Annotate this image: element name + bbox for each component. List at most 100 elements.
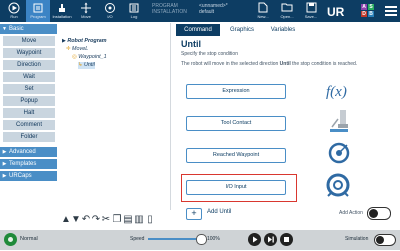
play-icon: ▶ [62,38,66,44]
run-icon [8,2,20,14]
run-label: Run [10,14,18,19]
advanced-section-header[interactable]: ▶ Advanced [0,147,57,157]
advanced-label: Advanced [9,149,36,155]
nav-item-wait[interactable]: Wait [3,72,55,82]
urcaps-section-header[interactable]: ▶ URCaps [0,171,57,181]
log-icon [129,3,139,13]
tool-contact-icon [330,110,348,132]
paste-icon[interactable]: ▤ [123,214,133,226]
move-button[interactable]: Move [74,0,98,22]
open-label: Open... [280,14,294,19]
chevron-right-icon: ▶ [2,149,7,155]
until-icon: ↳ [78,62,83,68]
move-label: Move [81,14,91,19]
save-button[interactable]: Save... [300,1,322,21]
page-title: Until [181,39,201,49]
tab-variables[interactable]: Variables [265,24,301,36]
program-tree: ▶ Robot Program ✛ MoveL ◎ Waypoint_1 ↳ U… [58,23,171,210]
new-label: New... [257,14,269,19]
mode-s-indicator: S [368,4,374,10]
installation-key: INSTALLATION [152,9,187,15]
chevron-down-icon: ▼ [2,26,7,32]
nav-item-waypoint[interactable]: Waypoint [3,48,55,58]
save-icon [306,2,316,13]
step-icon [268,236,274,243]
nav-item-move[interactable]: Move [3,36,55,46]
tree-node-until[interactable]: ↳ Until [78,62,95,69]
speed-slider[interactable] [148,238,200,240]
description-text-1: The robot will move in the selected dire… [181,61,280,67]
svg-text:f(x): f(x) [326,84,347,100]
delete-icon[interactable]: ▥ [134,214,144,226]
play-icon [253,236,258,243]
tree-node-movel[interactable]: ✛ MoveL [66,46,88,53]
nav-item-folder[interactable]: Folder [3,132,55,142]
left-nav: ▼ Basic Move Waypoint Direction Wait Set … [0,22,57,230]
step-button[interactable] [264,233,277,246]
tab-command[interactable]: Command [176,24,220,36]
add-action-label: Add Action [339,210,363,216]
installation-icon [59,4,65,12]
nav-item-direction[interactable]: Direction [3,60,55,70]
templates-section-header[interactable]: ▶ Templates [0,159,57,169]
until-label: Until [84,62,95,68]
move-down-icon[interactable]: ▼ [71,214,81,226]
hamburger-menu-icon[interactable] [385,6,397,16]
installation-name: default [199,9,215,15]
reached-waypoint-button[interactable]: Reached Waypoint [186,148,286,163]
log-button[interactable]: Log [122,0,146,22]
nav-item-halt[interactable]: Halt [3,108,55,118]
move-up-icon[interactable]: ▲ [61,214,71,226]
toggle-knob [369,209,378,218]
stop-icon [284,237,289,242]
power-icon[interactable] [4,233,17,246]
save-label: Save... [304,14,318,19]
program-button[interactable]: Program [26,0,50,22]
io-input-connector-icon [326,173,350,197]
robot-program-label: Robot Program [67,38,107,44]
nav-item-comment[interactable]: Comment [3,120,55,130]
installation-button[interactable]: Installation [50,0,74,22]
open-button[interactable]: Open... [276,1,298,21]
tree-node-waypoint[interactable]: ◎ Waypoint_1 [72,54,107,61]
io-button[interactable]: I/O [98,0,122,22]
simulation-label: Simulation [345,236,369,242]
basic-section-header[interactable]: ▼ Basic [0,24,57,34]
tab-graphics[interactable]: Graphics [224,24,260,36]
tree-node-robot-program[interactable]: ▶ Robot Program [62,38,107,45]
log-label: Log [130,14,138,19]
redo-icon[interactable]: ↷ [91,214,101,226]
description-text-2: the stop condition is reached. [290,61,358,67]
undo-icon[interactable]: ↶ [81,214,91,226]
speed-slider-handle[interactable] [196,234,207,245]
nav-item-set[interactable]: Set [3,84,55,94]
program-icon [33,3,43,13]
play-button[interactable] [248,233,261,246]
copy-icon[interactable]: ❐ [112,214,122,226]
open-folder-icon [281,3,293,12]
chevron-right-icon: ▶ [2,161,7,167]
program-info: PROGRAM <unnamed>* INSTALLATION default [152,3,228,15]
page-subtitle: Specify the stop condition [181,51,238,57]
stop-button[interactable] [280,233,293,246]
svg-text:UR: UR [327,5,345,18]
speed-value: 100% [207,236,220,242]
expression-fx-icon: f(x) [326,84,347,100]
suppress-icon[interactable]: ▯ [145,214,155,226]
tool-contact-button[interactable]: Tool Contact [186,116,286,131]
chevron-right-icon: ▶ [2,173,7,179]
nav-item-popup[interactable]: Popup [3,96,55,106]
new-file-icon [258,2,268,13]
until-description: The robot will move in the selected dire… [181,61,357,67]
simulation-toggle[interactable] [374,234,396,246]
run-button[interactable]: Run [2,0,26,22]
add-action-toggle[interactable] [367,207,391,220]
cut-icon[interactable]: ✂ [101,214,111,226]
io-label: I/O [107,14,113,19]
new-button[interactable]: New... [252,1,274,21]
description-bold: Until [279,61,291,67]
expression-button[interactable]: Expression [186,84,286,99]
add-until-button[interactable]: + [186,208,202,220]
ur-logo: UR [326,4,346,19]
tree-toolbar: ▲ ▼ ↶ ↷ ✂ ❐ ▤ ▥ ▯ [58,211,170,230]
